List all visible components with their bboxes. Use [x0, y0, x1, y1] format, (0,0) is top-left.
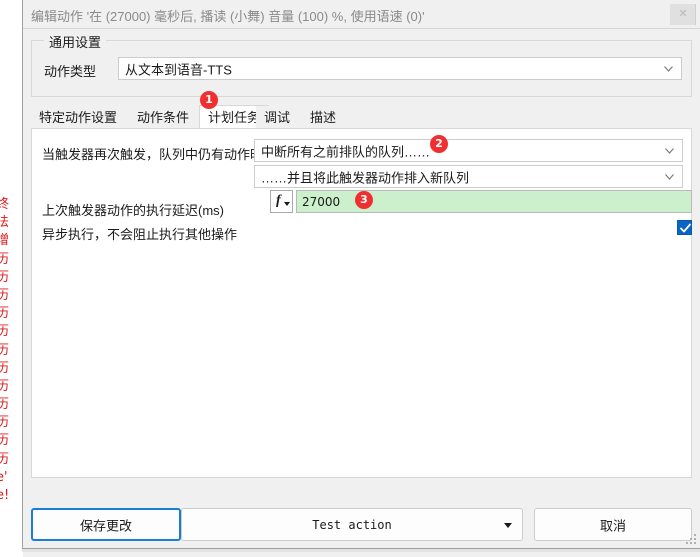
background-window-text: 终 法 增 历 历 历 历 历 历 历 历 历 历 历 历 e' e! [0, 196, 23, 505]
window-shadow [22, 549, 700, 552]
bg-line: 历 [0, 324, 10, 340]
screenshot-root: 终 法 增 历 历 历 历 历 历 历 历 历 历 历 历 e' e! 编辑动作… [0, 0, 700, 557]
cancel-button-label: 取消 [599, 518, 626, 533]
retrigger-queue-select[interactable]: 中断所有之前排队的队列…… [254, 139, 683, 162]
resize-grip-icon[interactable] [686, 534, 696, 544]
tab-specific-action-settings[interactable]: 特定动作设置 [31, 106, 126, 129]
background-window-strip: 终 法 增 历 历 历 历 历 历 历 历 历 历 历 历 e' e! [0, 0, 23, 557]
bg-line: 历 [0, 269, 10, 285]
bg-line: 终 [0, 197, 10, 212]
bg-line: 历 [0, 360, 10, 376]
bg-line: 历 [0, 287, 10, 303]
tab-description[interactable]: 描述 [302, 106, 345, 129]
bg-line: 增 [0, 233, 10, 249]
badge-3: 3 [355, 191, 373, 209]
edit-action-dialog: 编辑动作 '在 (27000) 毫秒后, 播读 (小舞) 音量 (100) %,… [22, 0, 700, 549]
chevron-down-icon [665, 147, 674, 154]
bg-line: 历 [0, 342, 10, 358]
close-icon: ✕ [678, 8, 688, 20]
bg-line: 历 [0, 251, 10, 267]
retrigger-queue-select-2[interactable]: ……并且将此触发器动作排入新队列 [254, 165, 683, 188]
save-button[interactable]: 保存更改 [31, 508, 181, 541]
cancel-button[interactable]: 取消 [534, 508, 692, 541]
scheduled-task-panel: 当触发器再次触发，队列中仍有动作时 中断所有之前排队的队列…… ……并且将此触发… [31, 128, 692, 478]
test-action-button[interactable]: Test action [181, 508, 523, 541]
chevron-down-icon [284, 202, 290, 206]
close-button[interactable]: ✕ [670, 4, 696, 25]
bg-line: 历 [0, 451, 10, 467]
chevron-down-icon [664, 65, 673, 72]
badge-1: 1 [200, 91, 218, 109]
action-type-label: 动作类型 [44, 64, 97, 79]
delay-input-value: 27000 [302, 194, 341, 209]
retrigger-queue-value-2: ……并且将此触发器动作排入新队列 [261, 170, 470, 185]
async-label: 异步执行，不会阻止执行其他操作 [42, 227, 238, 242]
check-icon [680, 223, 691, 233]
bg-line: e' [0, 469, 8, 485]
bg-line: 法 [0, 215, 10, 231]
test-action-label: Test action [312, 517, 392, 532]
window-title: 编辑动作 '在 (27000) 毫秒后, 播读 (小舞) 音量 (100) %,… [31, 9, 425, 24]
delay-label: 上次触发器动作的执行延迟(ms) [42, 203, 224, 218]
fx-icon: f [276, 193, 281, 208]
badge-2: 2 [430, 135, 448, 153]
save-button-label: 保存更改 [79, 518, 132, 533]
chevron-down-icon [665, 173, 674, 180]
action-type-select[interactable]: 从文本到语音-TTS [118, 57, 682, 80]
bg-line: 历 [0, 415, 10, 431]
bg-line: 历 [0, 306, 10, 322]
chevron-down-icon[interactable] [504, 522, 512, 528]
general-settings-group: 通用设置 动作类型 从文本到语音-TTS [31, 32, 692, 97]
async-checkbox[interactable] [677, 220, 692, 235]
bg-line: 历 [0, 378, 10, 394]
retrigger-label: 当触发器再次触发，队列中仍有动作时 [42, 147, 264, 162]
tab-action-conditions[interactable]: 动作条件 [129, 106, 198, 129]
title-bar: 编辑动作 '在 (27000) 毫秒后, 播读 (小舞) 音量 (100) %,… [23, 0, 700, 29]
tab-strip: 特定动作设置 动作条件 计划任务 调试 描述 [31, 105, 692, 129]
bg-line: e! [0, 488, 10, 503]
bg-line: 历 [0, 397, 10, 413]
action-type-value: 从文本到语音-TTS [125, 62, 232, 77]
formula-button[interactable]: f [270, 190, 293, 213]
general-settings-title: 通用设置 [44, 32, 107, 51]
bg-line: 历 [0, 433, 10, 449]
retrigger-queue-value: 中断所有之前排队的队列…… [261, 144, 431, 159]
tab-debug[interactable]: 调试 [256, 106, 299, 129]
